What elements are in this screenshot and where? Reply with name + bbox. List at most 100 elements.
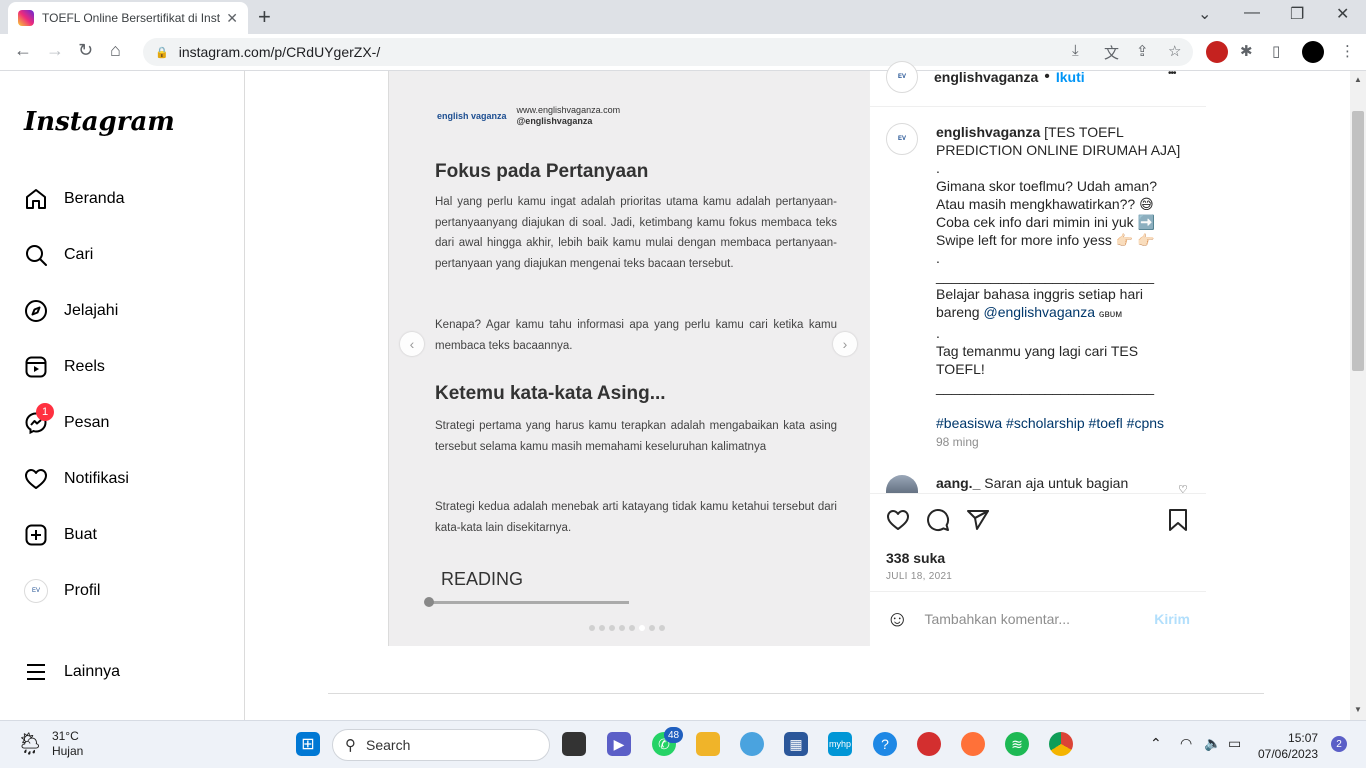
scrollbar-thumb[interactable] bbox=[1352, 111, 1364, 371]
nav-label: Beranda bbox=[64, 190, 125, 207]
author-username[interactable]: englishvaganza bbox=[934, 69, 1038, 85]
pagination-dot bbox=[619, 625, 625, 631]
tab-search-icon[interactable]: ⌄ bbox=[1198, 4, 1211, 24]
nav-label: Notifikasi bbox=[64, 470, 129, 487]
nav-item-beranda[interactable]: Beranda bbox=[24, 185, 125, 213]
browser-toolbar: ← → ↻ ⌂ 🔒 instagram.com/p/CRdUYgerZX-/ ⤓… bbox=[0, 34, 1366, 71]
mention-link[interactable]: @englishvaganza bbox=[983, 304, 1095, 320]
nav-item-reels[interactable]: Reels bbox=[24, 353, 105, 381]
extension-icon[interactable] bbox=[1206, 41, 1228, 63]
author-avatar[interactable]: EV bbox=[886, 61, 918, 93]
slide-paragraph: Hal yang perlu kamu ingat adalah priorit… bbox=[435, 196, 837, 270]
share-paper-plane-icon[interactable] bbox=[966, 508, 990, 539]
commenter-avatar[interactable] bbox=[886, 475, 918, 495]
comment-bubble-icon[interactable] bbox=[926, 508, 950, 539]
reload-icon[interactable]: ↻ bbox=[78, 40, 93, 61]
commenter-username[interactable]: aang._ bbox=[936, 475, 980, 491]
task-view-icon[interactable] bbox=[562, 732, 586, 756]
myhp-icon[interactable]: myhp bbox=[828, 732, 852, 756]
browser-tab-strip: TOEFL Online Bersertifikat di Insta ✕ + … bbox=[0, 0, 1366, 34]
post-date: JULI 18, 2021 bbox=[886, 571, 953, 582]
likes-count[interactable]: 338 suka bbox=[886, 550, 945, 566]
back-arrow-icon[interactable]: ← bbox=[14, 40, 32, 61]
hamburger-menu-icon bbox=[24, 660, 48, 684]
follow-button[interactable]: Ikuti bbox=[1056, 69, 1085, 85]
content-divider bbox=[328, 693, 1264, 694]
profile-avatar-icon[interactable] bbox=[1302, 41, 1324, 63]
side-panel-icon[interactable]: ▯ bbox=[1272, 42, 1280, 60]
new-tab-button[interactable]: + bbox=[258, 4, 271, 30]
caption-timestamp: 98 ming bbox=[936, 435, 979, 449]
file-explorer-icon[interactable] bbox=[696, 732, 720, 756]
restore-button[interactable]: ❐ bbox=[1290, 4, 1304, 24]
nav-label: Reels bbox=[64, 358, 105, 375]
brand-handle: @englishvaganza bbox=[516, 116, 593, 126]
menu-kebab-icon[interactable]: ⋮ bbox=[1340, 42, 1355, 60]
help-icon[interactable]: ? bbox=[873, 732, 897, 756]
nav-item-jelajahi[interactable]: Jelajahi bbox=[24, 297, 118, 325]
pagination-dot bbox=[599, 625, 605, 631]
hashtags-link[interactable]: #beasiswa #scholarship #toefl #cpns bbox=[936, 414, 1186, 432]
battery-icon[interactable]: ▭ bbox=[1228, 735, 1241, 752]
scroll-down-icon[interactable]: ▼ bbox=[1354, 705, 1362, 714]
nav-item-buat[interactable]: Buat bbox=[24, 521, 97, 549]
install-icon[interactable]: ⤓ bbox=[1072, 42, 1079, 59]
nav-item-profil[interactable]: EV Profil bbox=[24, 577, 100, 605]
forward-arrow-icon[interactable]: → bbox=[46, 40, 64, 61]
emoji-icon[interactable]: ☺ bbox=[886, 606, 908, 632]
home-button-icon[interactable]: ⌂ bbox=[110, 40, 121, 61]
brand-site: www.englishvaganza.com bbox=[516, 105, 621, 115]
mute-speaker-icon[interactable]: 🔈 bbox=[1204, 735, 1221, 752]
nav-item-lainnya[interactable]: Lainnya bbox=[24, 658, 120, 686]
more-options-icon[interactable]: ••• bbox=[1168, 68, 1176, 79]
spotify-icon[interactable]: ≋ bbox=[1005, 732, 1029, 756]
minimize-button[interactable]: — bbox=[1244, 4, 1260, 22]
game-app-icon[interactable] bbox=[917, 732, 941, 756]
post-media-slide[interactable]: english vaganza www.englishvaganza.com @… bbox=[389, 71, 869, 646]
close-window-button[interactable]: ✕ bbox=[1336, 4, 1349, 24]
firefox-icon[interactable] bbox=[961, 732, 985, 756]
browser-tab[interactable]: TOEFL Online Bersertifikat di Insta ✕ bbox=[8, 2, 248, 34]
messenger-icon: 1 bbox=[24, 403, 54, 435]
translate-icon[interactable]: 文 bbox=[1104, 42, 1119, 63]
bookmark-star-icon[interactable]: ☆ bbox=[1168, 42, 1181, 60]
nav-item-notifikasi[interactable]: Notifikasi bbox=[24, 465, 129, 493]
share-icon[interactable]: ⇪ bbox=[1136, 42, 1149, 60]
nav-label: Cari bbox=[64, 246, 94, 263]
page-scrollbar[interactable]: ▲ ▼ bbox=[1350, 71, 1366, 720]
tab-close-icon[interactable]: ✕ bbox=[226, 10, 238, 27]
caption-author-avatar[interactable]: EV bbox=[886, 123, 918, 155]
tab-title: TOEFL Online Bersertifikat di Insta bbox=[42, 11, 221, 25]
puzzle-icon[interactable]: ✱ bbox=[1240, 42, 1253, 60]
edge-icon[interactable] bbox=[740, 732, 764, 756]
taskbar-search[interactable]: ⚲ Search bbox=[332, 729, 550, 761]
add-comment-input[interactable]: Tambahkan komentar... bbox=[924, 611, 1154, 627]
post-actions: 338 suka JULI 18, 2021 bbox=[870, 493, 1206, 591]
address-bar[interactable]: 🔒 instagram.com/p/CRdUYgerZX-/ bbox=[143, 38, 1193, 66]
tray-chevron-icon[interactable]: ⌃ bbox=[1150, 735, 1162, 752]
compass-icon bbox=[24, 299, 48, 323]
scroll-up-icon[interactable]: ▲ bbox=[1354, 75, 1362, 84]
wifi-icon[interactable]: ◠ bbox=[1180, 735, 1192, 752]
nav-label: Buat bbox=[64, 526, 97, 543]
send-comment-button[interactable]: Kirim bbox=[1154, 611, 1190, 627]
microsoft-store-icon[interactable]: ▦ bbox=[784, 732, 808, 756]
chrome-icon[interactable] bbox=[1049, 732, 1073, 756]
instagram-logo[interactable]: Instagram bbox=[24, 107, 175, 137]
teams-chat-icon[interactable]: ▶ bbox=[607, 732, 631, 756]
taskbar-clock[interactable]: 15:07 07/06/2023 bbox=[1258, 730, 1318, 762]
notification-badge[interactable]: 2 bbox=[1331, 736, 1347, 752]
caption-username[interactable]: englishvaganza bbox=[936, 124, 1040, 140]
clock-time: 15:07 bbox=[1288, 731, 1319, 745]
windows-start-icon[interactable]: ⊞ bbox=[296, 732, 320, 756]
whatsapp-badge: 48 bbox=[664, 727, 684, 743]
previous-slide-button[interactable]: ‹ bbox=[400, 332, 424, 356]
comment-text: Saran aja untuk bagian bbox=[984, 475, 1129, 491]
next-slide-button[interactable]: › bbox=[833, 332, 857, 356]
nav-item-pesan[interactable]: 1 Pesan bbox=[24, 403, 109, 437]
like-heart-icon[interactable] bbox=[886, 508, 910, 539]
slide-reading-bar bbox=[427, 601, 629, 604]
weather-widget[interactable]: 🌦 31°C Hujan bbox=[16, 729, 83, 759]
save-bookmark-icon[interactable] bbox=[1166, 508, 1190, 539]
nav-item-cari[interactable]: Cari bbox=[24, 241, 93, 269]
